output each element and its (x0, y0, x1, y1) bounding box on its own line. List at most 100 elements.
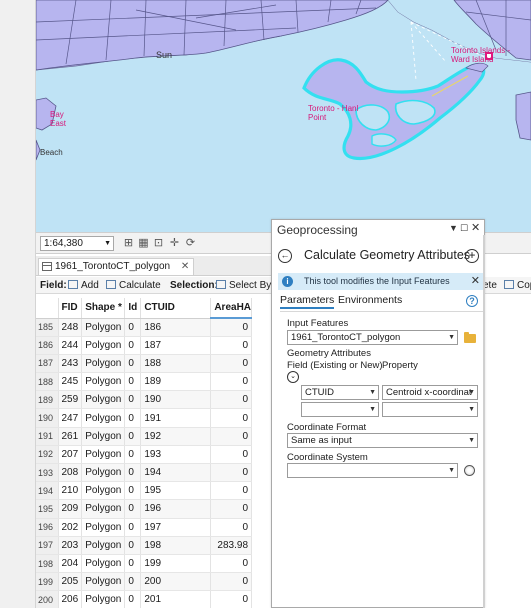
left-side-strip (0, 0, 36, 608)
column-header-id[interactable]: Id (124, 298, 142, 319)
pane-scrollbar[interactable] (483, 235, 485, 608)
coordinate-format-label: Coordinate Format (287, 422, 367, 433)
cell-areaha: 0 (210, 499, 253, 519)
crosshair-icon[interactable]: ✛ (168, 237, 181, 249)
pane-menu-icon[interactable]: ▼ (449, 223, 458, 233)
map-view[interactable]: Sun Toronto Islands - Ward Island Toront… (36, 0, 531, 232)
table-row[interactable]: 189 259 Polygon 0 190 0 (36, 390, 253, 410)
select-icon[interactable]: ⊡ (152, 237, 165, 249)
column-header-fid[interactable]: FID (58, 298, 83, 319)
cell-rownum[interactable]: 199 (36, 572, 59, 592)
column-header-shape[interactable]: Shape * (81, 298, 126, 319)
cell-rownum[interactable]: 191 (36, 427, 59, 446)
cell-rownum[interactable]: 189 (36, 390, 59, 410)
cell-shape: Polygon (81, 318, 126, 337)
column-header-ctuid[interactable]: CTUID (140, 298, 212, 319)
cell-fid: 261 (58, 427, 83, 446)
cell-fid: 202 (58, 518, 83, 537)
coordinate-system-dropdown[interactable]: ▼ (287, 463, 458, 478)
table-row[interactable]: 191 261 Polygon 0 192 0 (36, 427, 253, 446)
cell-ctuid: 197 (140, 518, 212, 537)
tool-name: Calculate Geometry Attributes (304, 248, 471, 262)
cell-rownum[interactable]: 198 (36, 554, 59, 574)
add-field-button[interactable]: Add (68, 277, 99, 293)
cell-ctuid: 198 (140, 536, 212, 555)
table-row[interactable]: 196 202 Polygon 0 197 0 (36, 518, 253, 537)
table-row[interactable]: 199 205 Polygon 0 200 0 (36, 572, 253, 592)
table-row[interactable]: 200 206 Polygon 0 201 0 (36, 590, 253, 608)
table-row[interactable]: 192 207 Polygon 0 193 0 (36, 445, 253, 465)
table-row[interactable]: 193 208 Polygon 0 194 0 (36, 463, 253, 483)
cell-shape: Polygon (81, 445, 126, 465)
close-icon[interactable]: ✕ (181, 261, 189, 272)
table-row[interactable]: 188 245 Polygon 0 189 0 (36, 372, 253, 392)
cell-rownum[interactable]: 192 (36, 445, 59, 465)
property-dropdown-2[interactable]: ▼ (382, 402, 478, 417)
cell-id: 0 (124, 408, 142, 428)
add-field-icon (68, 280, 78, 289)
table-row[interactable]: 198 204 Polygon 0 199 0 (36, 554, 253, 574)
cell-id: 0 (124, 499, 142, 519)
cell-rownum[interactable]: 190 (36, 408, 59, 428)
chevron-down-icon: ▼ (448, 467, 455, 474)
cell-rownum[interactable]: 196 (36, 518, 59, 537)
cell-id: 0 (124, 427, 142, 446)
cell-id: 0 (124, 481, 142, 501)
tab-environments[interactable]: Environments (338, 294, 402, 306)
table-row[interactable]: 187 243 Polygon 0 188 0 (36, 354, 253, 374)
cell-rownum[interactable]: 188 (36, 372, 59, 392)
table-icon[interactable]: ▦ (137, 237, 150, 249)
cell-rownum[interactable]: 194 (36, 481, 59, 501)
cell-shape: Polygon (81, 336, 126, 355)
tab-parameters[interactable]: Parameters (280, 294, 335, 309)
field-dropdown-1[interactable]: CTUID ▼ (301, 385, 379, 400)
cell-rownum[interactable]: 193 (36, 463, 59, 483)
cell-rownum[interactable]: 186 (36, 336, 59, 355)
table-row[interactable]: 190 247 Polygon 0 191 0 (36, 408, 253, 428)
cell-areaha: 0 (210, 572, 253, 592)
folder-icon[interactable] (464, 332, 476, 343)
grid-icon[interactable]: ⊞ (122, 237, 135, 249)
input-features-dropdown[interactable]: 1961_TorontoCT_polygon ▼ (287, 330, 458, 345)
column-header-areaha[interactable]: AreaHA (210, 298, 253, 319)
delete-button[interactable]: ete (483, 277, 497, 293)
cell-fid: 203 (58, 536, 83, 555)
maximize-icon[interactable]: ☐ (460, 223, 468, 234)
cell-areaha: 0 (210, 554, 253, 574)
cell-rownum[interactable]: 195 (36, 499, 59, 519)
property-dropdown-1[interactable]: Centroid x-coordinat ▼ (382, 385, 478, 400)
close-icon[interactable]: ✕ (471, 221, 480, 234)
cell-ctuid: 187 (140, 336, 212, 355)
back-arrow-icon[interactable]: ← (278, 249, 292, 263)
info-banner: i This tool modifies the Input Features … (278, 273, 484, 290)
cell-shape: Polygon (81, 590, 126, 608)
map-label-bay: Bay East (50, 110, 67, 128)
cell-rownum[interactable]: 185 (36, 318, 59, 337)
attribute-table[interactable]: FID Shape * Id CTUID AreaHA 185 248 Polygo… (36, 298, 272, 608)
close-icon[interactable]: ✕ (471, 273, 480, 290)
help-icon[interactable]: ? (466, 295, 478, 307)
cell-areaha: 0 (210, 481, 253, 501)
cell-fid: 245 (58, 372, 83, 392)
add-plus-icon[interactable]: + (465, 249, 479, 263)
globe-icon[interactable] (464, 465, 475, 476)
cell-areaha: 0 (210, 354, 253, 374)
table-row[interactable]: 185 248 Polygon 0 186 0 (36, 318, 253, 337)
calculate-field-button[interactable]: Calculate (106, 277, 161, 293)
table-tab[interactable]: 1961_TorontoCT_polygon ✕ (38, 258, 195, 275)
table-row[interactable]: 186 244 Polygon 0 187 0 (36, 336, 253, 355)
coordinate-format-dropdown[interactable]: Same as input ▼ (287, 433, 478, 448)
table-row[interactable]: 195 209 Polygon 0 196 0 (36, 499, 253, 519)
cell-rownum[interactable]: 200 (36, 590, 59, 608)
collapse-chevron-icon[interactable]: ⌄ (287, 371, 299, 383)
field-dropdown-2[interactable]: ▼ (301, 402, 379, 417)
table-row[interactable]: 194 210 Polygon 0 195 0 (36, 481, 253, 501)
cell-rownum[interactable]: 187 (36, 354, 59, 374)
cell-shape: Polygon (81, 536, 126, 555)
table-row[interactable]: 197 203 Polygon 0 198 283.98 (36, 536, 253, 555)
scale-selector[interactable]: 1:64,380 ▼ (40, 236, 114, 251)
refresh-icon[interactable]: ⟳ (184, 237, 197, 249)
copy-button[interactable]: Cop (504, 277, 531, 293)
cell-rownum[interactable]: 197 (36, 536, 59, 555)
cell-areaha: 0 (210, 390, 253, 410)
